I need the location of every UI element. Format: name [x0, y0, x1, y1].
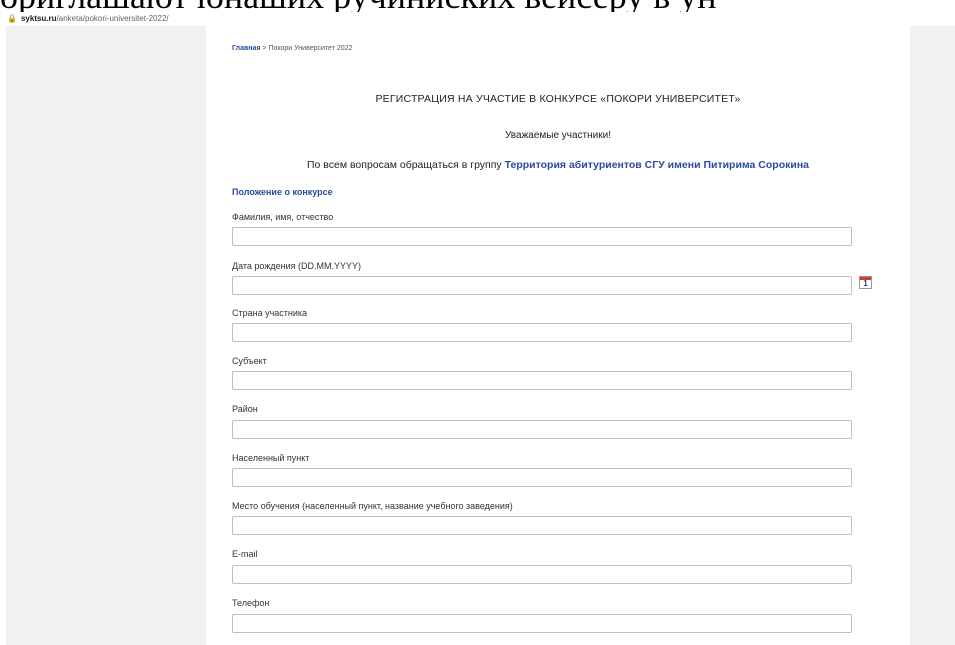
field-label-locality: Населенный пункт: [232, 453, 310, 463]
lock-icon: 🔒: [7, 14, 17, 23]
contact-text: По всем вопросам обращаться в группу Тер…: [206, 159, 910, 171]
fullname-input[interactable]: [232, 227, 852, 246]
breadcrumb-home-link[interactable]: Главная: [232, 45, 260, 52]
contact-prefix: По всем вопросам обращаться в группу: [306, 159, 505, 171]
breadcrumb-current: Покори Университет 2022: [268, 45, 353, 52]
locality-input[interactable]: [232, 468, 852, 487]
phone-input[interactable]: [232, 614, 852, 633]
calendar-icon-number: 1: [863, 279, 868, 288]
rules-link[interactable]: Положение о конкурсе: [232, 187, 333, 197]
field-label-birthdate: Дата рождения (DD.MM.YYYY): [232, 261, 361, 271]
page-title: РЕГИСТРАЦИЯ НА УЧАСТИЕ В КОНКУРСЕ «ПОКОР…: [375, 93, 741, 105]
field-label-region: Субъект: [232, 356, 267, 366]
url-path: /anketa/pokori-universitet-2022/: [56, 14, 169, 23]
address-bar[interactable]: 🔒 syktsu.ru/anketa/pokori-universitet-202…: [0, 12, 955, 25]
page-viewport: Главная > Покори Университет 2022 РЕГИСТ…: [6, 26, 955, 645]
study-place-input[interactable]: [232, 516, 852, 535]
email-input[interactable]: [232, 565, 852, 584]
district-input[interactable]: [232, 420, 852, 439]
contact-group-link[interactable]: Территория абитуриентов СГУ имени Питири…: [505, 159, 809, 171]
birthdate-input[interactable]: [232, 276, 852, 295]
field-label-district: Район: [232, 404, 258, 414]
calendar-icon[interactable]: 1: [859, 276, 872, 289]
region-input[interactable]: [232, 371, 852, 390]
field-label-phone: Телефон: [232, 598, 270, 608]
country-input[interactable]: [232, 323, 852, 342]
url-host: syktsu.ru: [20, 14, 57, 23]
field-label-study-place: Место обучения (населенный пункт, назван…: [232, 501, 513, 511]
field-label-country: Страна участника: [232, 308, 308, 318]
content-page: Главная > Покори Университет 2022 РЕГИСТ…: [206, 26, 910, 645]
field-label-email: E-mail: [232, 549, 258, 559]
greeting-text: Уважаемые участники!: [505, 130, 611, 141]
field-label-fullname: Фамилия, имя, отчество: [232, 212, 334, 222]
breadcrumb: Главная > Покори Университет 2022: [232, 45, 352, 52]
